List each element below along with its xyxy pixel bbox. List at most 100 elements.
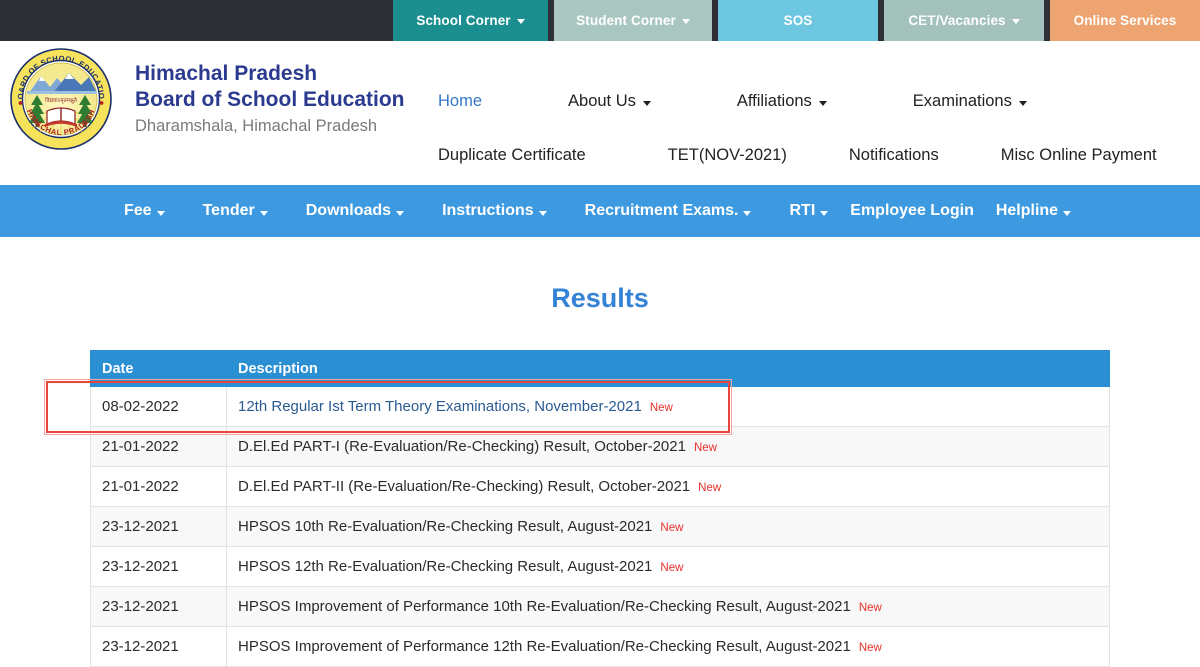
chevron-down-icon bbox=[820, 211, 828, 216]
chevron-down-icon bbox=[260, 211, 268, 216]
chevron-down-icon bbox=[743, 211, 751, 216]
svg-text:विद्ययाऽमृतमश्नुते: विद्ययाऽमृतमश्नुते bbox=[45, 97, 78, 104]
table-row[interactable]: 23-12-2021 HPSOS Improvement of Performan… bbox=[91, 587, 1110, 627]
result-link[interactable]: D.El.Ed PART-I (Re-Evaluation/Re-Checkin… bbox=[238, 438, 686, 455]
nav-item-label: Affiliations bbox=[737, 92, 812, 111]
chevron-down-icon bbox=[1019, 101, 1027, 106]
bluebar-item-tender[interactable]: Tender bbox=[203, 202, 268, 220]
cell-date: 21-01-2022 bbox=[91, 467, 227, 507]
new-badge: New bbox=[859, 602, 882, 614]
bluebar-item-rti[interactable]: RTI bbox=[789, 202, 828, 220]
nav-item-about-us[interactable]: About Us bbox=[568, 92, 651, 111]
chevron-down-icon bbox=[1012, 19, 1020, 24]
brand-line-3: Dharamshala, Himachal Pradesh bbox=[135, 114, 405, 138]
topbar-item-label: CET/Vacancies bbox=[908, 13, 1005, 28]
nav-item-misc-online-payment[interactable]: Misc Online Payment bbox=[1001, 146, 1157, 165]
table-row[interactable]: 08-02-2022 12th Regular Ist Term Theory E… bbox=[91, 387, 1110, 427]
cell-date: 21-01-2022 bbox=[91, 427, 227, 467]
topbar-item-sos[interactable]: SOS bbox=[718, 0, 878, 41]
nav-item-label: TET(NOV-2021) bbox=[668, 146, 787, 165]
cell-description: HPSOS 12th Re-Evaluation/Re-Checking Res… bbox=[227, 547, 1110, 587]
cell-date: 23-12-2021 bbox=[91, 587, 227, 627]
bluebar-item-employee-login[interactable]: Employee Login bbox=[850, 202, 974, 220]
nav-item-home[interactable]: Home bbox=[438, 92, 482, 111]
chevron-down-icon bbox=[1063, 211, 1071, 216]
page-content: Results Date Description 08-02-2022 12th … bbox=[0, 283, 1200, 667]
nav-item-notifications[interactable]: Notifications bbox=[849, 146, 939, 165]
chevron-down-icon bbox=[682, 19, 690, 24]
new-badge: New bbox=[859, 642, 882, 654]
cell-description: D.El.Ed PART-I (Re-Evaluation/Re-Checkin… bbox=[227, 427, 1110, 467]
results-table: Date Description 08-02-2022 12th Regular … bbox=[90, 350, 1110, 667]
results-table-container: Date Description 08-02-2022 12th Regular … bbox=[90, 350, 1110, 667]
result-link[interactable]: D.El.Ed PART-II (Re-Evaluation/Re-Checki… bbox=[238, 478, 690, 495]
table-row[interactable]: 21-01-2022 D.El.Ed PART-II (Re-Evaluation… bbox=[91, 467, 1110, 507]
cell-date: 23-12-2021 bbox=[91, 547, 227, 587]
result-link[interactable]: HPSOS 12th Re-Evaluation/Re-Checking Res… bbox=[238, 558, 652, 575]
cell-date: 08-02-2022 bbox=[91, 387, 227, 427]
bluebar-item-label: Recruitment Exams. bbox=[585, 202, 739, 220]
main-nav-row-1: Home About Us Affiliations Examinations bbox=[420, 81, 1200, 121]
chevron-down-icon bbox=[517, 19, 525, 24]
new-badge: New bbox=[660, 562, 683, 574]
column-header-date[interactable]: Date bbox=[91, 351, 227, 387]
nav-item-affiliations[interactable]: Affiliations bbox=[737, 92, 827, 111]
nav-item-label: Examinations bbox=[913, 92, 1012, 111]
table-row[interactable]: 23-12-2021HPSOS 10th Re-Evaluation/Re-Ch… bbox=[91, 507, 1110, 547]
bluebar-item-instructions[interactable]: Instructions bbox=[442, 202, 547, 220]
topbar-item-school-corner[interactable]: School Corner bbox=[393, 0, 548, 41]
table-row[interactable]: 23-12-2021 HPSOS Improvement of Performan… bbox=[91, 627, 1110, 667]
table-row[interactable]: 23-12-2021 HPSOS 12th Re-Evaluation/Re-Ch… bbox=[91, 547, 1110, 587]
main-navigation: Home About Us Affiliations Examinations Dup… bbox=[420, 41, 1200, 175]
bluebar-item-label: Helpline bbox=[996, 202, 1058, 220]
nav-item-label: Notifications bbox=[849, 146, 939, 165]
result-link[interactable]: HPSOS Improvement of Performance 10th Re… bbox=[238, 598, 851, 615]
nav-item-duplicate-certificate[interactable]: Duplicate Certificate bbox=[438, 146, 586, 165]
table-row[interactable]: 21-01-2022 D.El.Ed PART-I (Re-Evaluation/… bbox=[91, 427, 1110, 467]
bluebar-item-fee[interactable]: Fee bbox=[124, 202, 165, 220]
site-brand[interactable]: विद्ययाऽमृतमश्नुते BOARD OF SCHOOL bbox=[0, 41, 420, 151]
new-badge: New bbox=[694, 442, 717, 454]
new-badge: New bbox=[698, 482, 721, 494]
bluebar-item-label: Fee bbox=[124, 202, 152, 220]
bluebar-item-label: Tender bbox=[203, 202, 255, 220]
bluebar-item-label: Instructions bbox=[442, 202, 534, 220]
results-table-head: Date Description bbox=[91, 351, 1110, 387]
chevron-down-icon bbox=[539, 211, 547, 216]
result-link[interactable]: HPSOS Improvement of Performance 12th Re… bbox=[238, 638, 851, 655]
cell-date: 23-12-2021 bbox=[91, 627, 227, 667]
bluebar-item-helpline[interactable]: Helpline bbox=[996, 202, 1071, 220]
topbar-item-label: Student Corner bbox=[576, 13, 676, 28]
column-header-description[interactable]: Description bbox=[227, 351, 1110, 387]
nav-item-examinations[interactable]: Examinations bbox=[913, 92, 1027, 111]
bluebar-item-label: Employee Login bbox=[850, 202, 974, 220]
chevron-down-icon bbox=[157, 211, 165, 216]
result-link[interactable]: HPSOS 10th Re-Evaluation/Re-Checking Res… bbox=[238, 518, 652, 535]
cell-description: HPSOS Improvement of Performance 10th Re… bbox=[227, 587, 1110, 627]
nav-item-label: About Us bbox=[568, 92, 636, 111]
cell-description: HPSOS 10th Re-Evaluation/Re-Checking Res… bbox=[227, 507, 1110, 547]
cell-description: D.El.Ed PART-II (Re-Evaluation/Re-Checki… bbox=[227, 467, 1110, 507]
results-table-body: 08-02-2022 12th Regular Ist Term Theory E… bbox=[91, 387, 1110, 667]
topbar-item-student-corner[interactable]: Student Corner bbox=[554, 0, 712, 41]
cell-description: 12th Regular Ist Term Theory Examination… bbox=[227, 387, 1110, 427]
new-badge: New bbox=[650, 402, 673, 414]
bluebar-item-downloads[interactable]: Downloads bbox=[306, 202, 404, 220]
page-title: Results bbox=[0, 283, 1200, 314]
topbar-item-label: SOS bbox=[784, 13, 813, 28]
topbar-item-cet-vacancies[interactable]: CET/Vacancies bbox=[884, 0, 1044, 41]
topbar-item-label: School Corner bbox=[416, 13, 510, 28]
top-utility-bar: School Corner Student Corner SOS CET/Vacanc… bbox=[0, 0, 1200, 41]
brand-line-2: Board of School Education bbox=[135, 87, 405, 113]
topbar-item-online-services[interactable]: Online Services bbox=[1050, 0, 1200, 41]
nav-item-label: Duplicate Certificate bbox=[438, 146, 586, 165]
new-badge: New bbox=[660, 522, 683, 534]
table-header-row: Date Description bbox=[91, 351, 1110, 387]
brand-line-1: Himachal Pradesh bbox=[135, 61, 405, 87]
board-seal-logo-icon: विद्ययाऽमृतमश्नुते BOARD OF SCHOOL bbox=[9, 47, 113, 151]
chevron-down-icon bbox=[396, 211, 404, 216]
bluebar-item-recruitment-exams[interactable]: Recruitment Exams. bbox=[585, 202, 752, 220]
result-link[interactable]: 12th Regular Ist Term Theory Examination… bbox=[238, 398, 642, 415]
nav-item-tet-nov-2021[interactable]: TET(NOV-2021) bbox=[668, 146, 787, 165]
chevron-down-icon bbox=[643, 101, 651, 106]
